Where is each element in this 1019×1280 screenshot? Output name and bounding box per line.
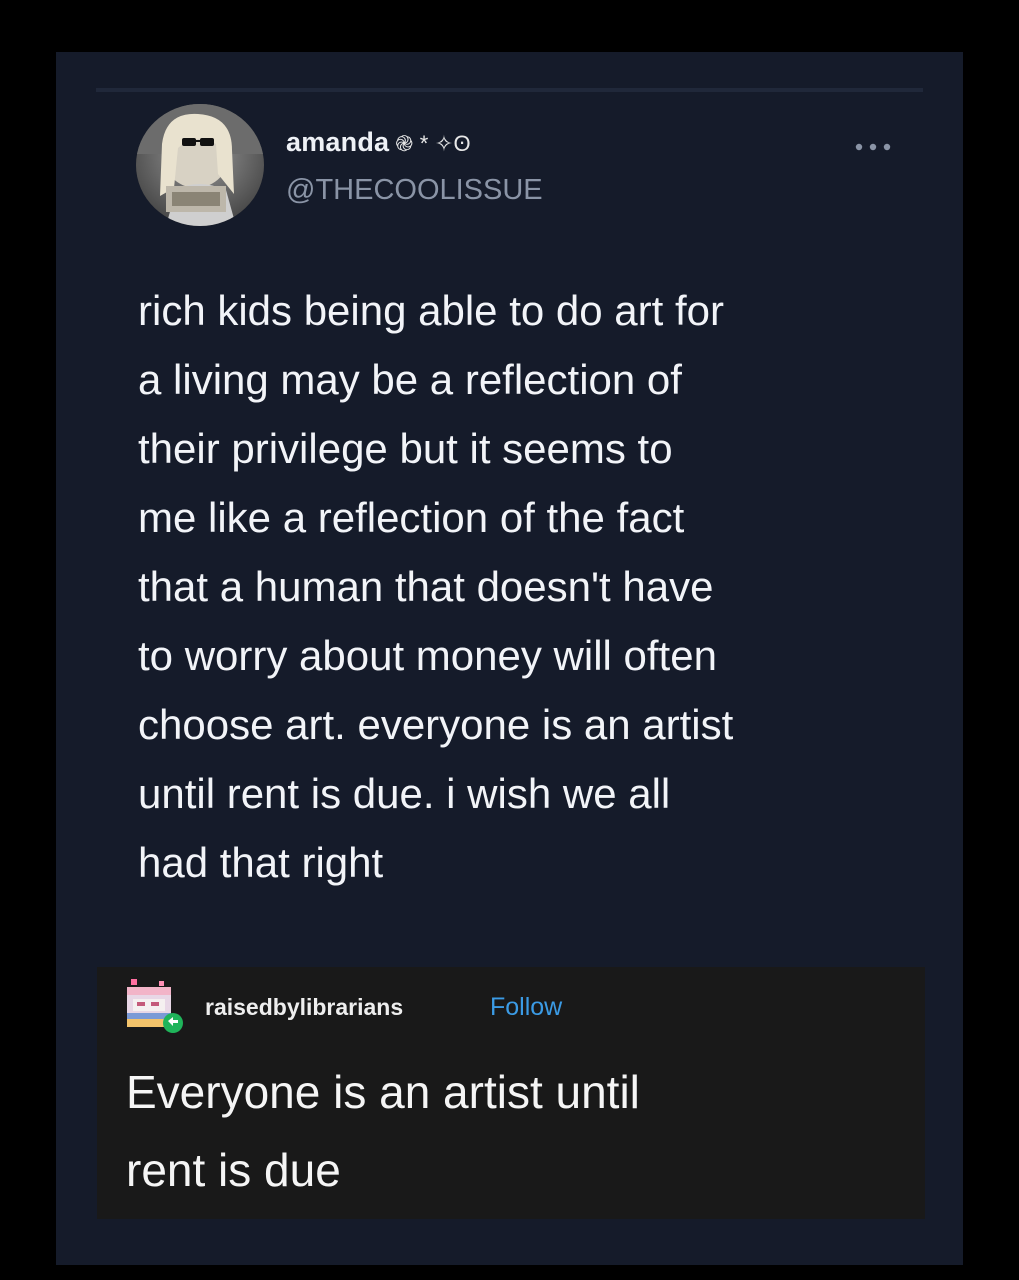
tweet-card: amanda ֎ * ✧ʘ @THECOOLISSUE rich kids bei…: [56, 52, 963, 1265]
author-display-name[interactable]: amanda ֎ * ✧ʘ: [286, 127, 471, 158]
tweet-text-line: until rent is due. i wish we all: [138, 770, 671, 817]
tweet-text-line: had that right: [138, 839, 384, 886]
reblog-username[interactable]: raisedbylibrarians: [205, 994, 403, 1021]
tweet-text-line: me like a reflection of the fact: [138, 494, 685, 541]
author-name-text: amanda: [286, 127, 390, 157]
reblog-text-line: Everyone is an artist until: [126, 1066, 640, 1118]
tweet-text-line: to worry about money will often: [138, 632, 717, 679]
reblog-avatar[interactable]: [125, 977, 185, 1035]
reblog-body: Everyone is an artist until rent is due: [126, 1053, 906, 1209]
tweet-body: rich kids being able to do art for a liv…: [138, 276, 938, 897]
follow-button[interactable]: Follow: [490, 993, 562, 1022]
tweet-text-line: that a human that doesn't have: [138, 563, 714, 610]
tweet-text-line: a living may be a reflection of: [138, 356, 682, 403]
author-handle[interactable]: @THECOOLISSUE: [286, 174, 543, 207]
author-avatar[interactable]: [136, 104, 264, 226]
author-name-emoji: ֎ * ✧ʘ: [395, 131, 471, 156]
divider: [96, 88, 923, 92]
tweet-text-line: their privilege but it seems to: [138, 425, 673, 472]
reblog-post: raisedbylibrarians Follow Everyone is an…: [97, 967, 925, 1219]
more-horizontal-icon[interactable]: [852, 140, 894, 154]
reblog-text-line: rent is due: [126, 1144, 341, 1196]
tweet-text-line: rich kids being able to do art for: [138, 287, 724, 334]
tweet-text-line: choose art. everyone is an artist: [138, 701, 734, 748]
